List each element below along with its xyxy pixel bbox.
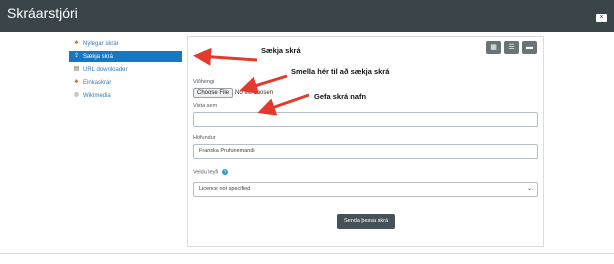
save-as-label: Vista sem	[193, 103, 218, 109]
no-file-text: No file chosen	[235, 90, 274, 96]
list-view-icon[interactable]: ☰	[504, 41, 519, 54]
chevron-down-icon: ⌄	[526, 186, 532, 192]
upload-icon: ⇪	[73, 53, 80, 59]
sidebar-item-url-downloader[interactable]: ▤ URL downloader	[69, 64, 182, 75]
upload-submit-button[interactable]: Senda þessa skrá	[337, 214, 395, 229]
author-label: Höfundur	[193, 135, 216, 141]
help-icon[interactable]: ?	[222, 169, 229, 175]
sidebar-item-label: Wikimedia	[83, 92, 111, 99]
folder-view-icon[interactable]: ▬	[522, 41, 537, 54]
sidebar-item-label: Nýlegar skrár	[83, 40, 119, 47]
annotation-click: Smella hér til að sækja skrá	[291, 67, 390, 76]
sidebar-item-recent-files[interactable]: ♣ Nýlegar skrár	[69, 38, 182, 49]
sidebar-item-label: Sækja skrá	[83, 53, 114, 60]
license-label-row: Veldu leyfi?	[193, 169, 229, 176]
title-bar: Skráarstjóri ×	[0, 0, 614, 32]
url-icon: ▤	[73, 66, 80, 72]
file-picker: Choose File No file chosen	[193, 88, 273, 98]
window-title: Skráarstjóri	[7, 5, 78, 21]
close-button[interactable]: ×	[596, 14, 607, 22]
license-select-value: Licence not specified	[199, 186, 251, 192]
sidebar-item-label: Einkaskrár	[83, 79, 112, 86]
tree-icon: ♣	[74, 40, 79, 46]
repository-sidebar: ♣ Nýlegar skrár ⇪ Sækja skrá ▤ URL downl…	[69, 38, 182, 103]
attachment-label: Viðhengi	[193, 79, 215, 85]
sidebar-item-private-files[interactable]: ♣ Einkaskrár	[69, 77, 182, 88]
view-toolbar: ▦ ☰ ▬	[486, 41, 537, 54]
grid-view-icon[interactable]: ▦	[486, 41, 501, 54]
author-input[interactable]: Franska Prufunemandi	[193, 144, 538, 159]
sidebar-item-upload-file[interactable]: ⇪ Sækja skrá	[69, 51, 182, 62]
save-as-input[interactable]	[193, 112, 538, 127]
choose-file-button[interactable]: Choose File	[193, 88, 234, 98]
license-select[interactable]: Licence not specified ⌄	[193, 182, 538, 197]
sidebar-item-label: URL downloader	[83, 66, 128, 73]
annotation-upload: Sækja skrá	[261, 46, 301, 55]
annotation-name: Gefa skrá nafn	[314, 92, 367, 101]
license-label: Veldu leyfi	[193, 169, 219, 176]
wikimedia-icon: ◍	[73, 92, 80, 98]
sidebar-item-wikimedia[interactable]: ◍ Wikimedia	[69, 90, 182, 101]
footer-divider	[0, 253, 614, 254]
private-files-icon: ♣	[74, 79, 79, 85]
